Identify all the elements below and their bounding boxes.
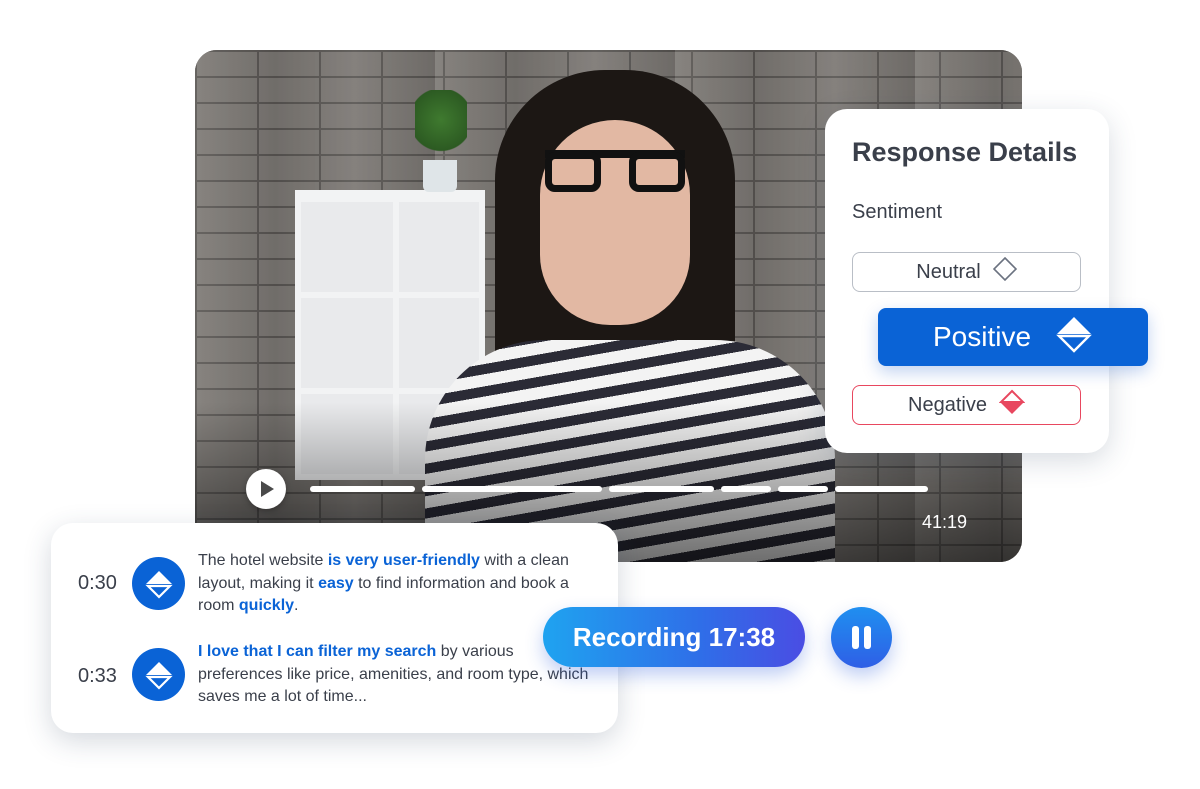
transcript-highlight: quickly	[238, 597, 295, 614]
transcript-card: 0:30 The hotel website is very user-frie…	[51, 523, 618, 733]
response-details-title: Response Details	[852, 137, 1078, 167]
transcript-text: The hotel website is very user-friendly …	[198, 550, 598, 618]
sentiment-negative-button[interactable]: Negative	[852, 385, 1081, 425]
transcript-highlight: I love that I can filter my search	[198, 643, 437, 660]
transcript-span: The hotel website	[198, 552, 328, 569]
recording-status-button[interactable]: Recording 17:38	[543, 607, 805, 667]
sentiment-positive-label: Positive	[932, 321, 1032, 352]
sentiment-neutral-label: Neutral	[916, 260, 981, 283]
transcript-timestamp: 0:33	[78, 665, 117, 687]
positive-diamond-icon	[1055, 315, 1093, 360]
positive-sentiment-icon	[132, 648, 185, 701]
progress-segment[interactable]	[778, 486, 828, 492]
progress-segment[interactable]	[422, 486, 602, 492]
sentiment-label: Sentiment	[852, 201, 943, 223]
transcript-span: .	[294, 597, 299, 614]
positive-sentiment-icon	[132, 557, 185, 610]
pause-button[interactable]	[831, 607, 892, 668]
transcript-highlight: easy	[318, 574, 354, 592]
progress-segment[interactable]	[609, 486, 714, 492]
progress-segment[interactable]	[310, 486, 415, 492]
video-plant-pot	[423, 160, 457, 192]
sentiment-neutral-button[interactable]: Neutral	[852, 252, 1081, 292]
video-person-glasses	[545, 150, 685, 196]
negative-diamond-icon	[998, 389, 1026, 421]
play-button[interactable]	[246, 469, 286, 509]
transcript-highlight: is very user-friendly	[327, 552, 480, 569]
progress-segment[interactable]	[721, 486, 771, 492]
progress-segment[interactable]	[835, 486, 928, 492]
video-plant	[415, 90, 467, 164]
transcript-timestamp: 0:30	[78, 572, 117, 594]
video-progress-bar[interactable]	[310, 486, 965, 492]
sentiment-positive-button[interactable]: Positive	[878, 308, 1148, 366]
response-details-card: Response Details Sentiment Neutral Negat…	[825, 109, 1109, 453]
transcript-text: I love that I can filter my search by va…	[198, 641, 598, 709]
sentiment-negative-label: Negative	[908, 393, 987, 416]
video-time: 41:19	[921, 512, 967, 532]
neutral-diamond-icon	[992, 256, 1017, 287]
